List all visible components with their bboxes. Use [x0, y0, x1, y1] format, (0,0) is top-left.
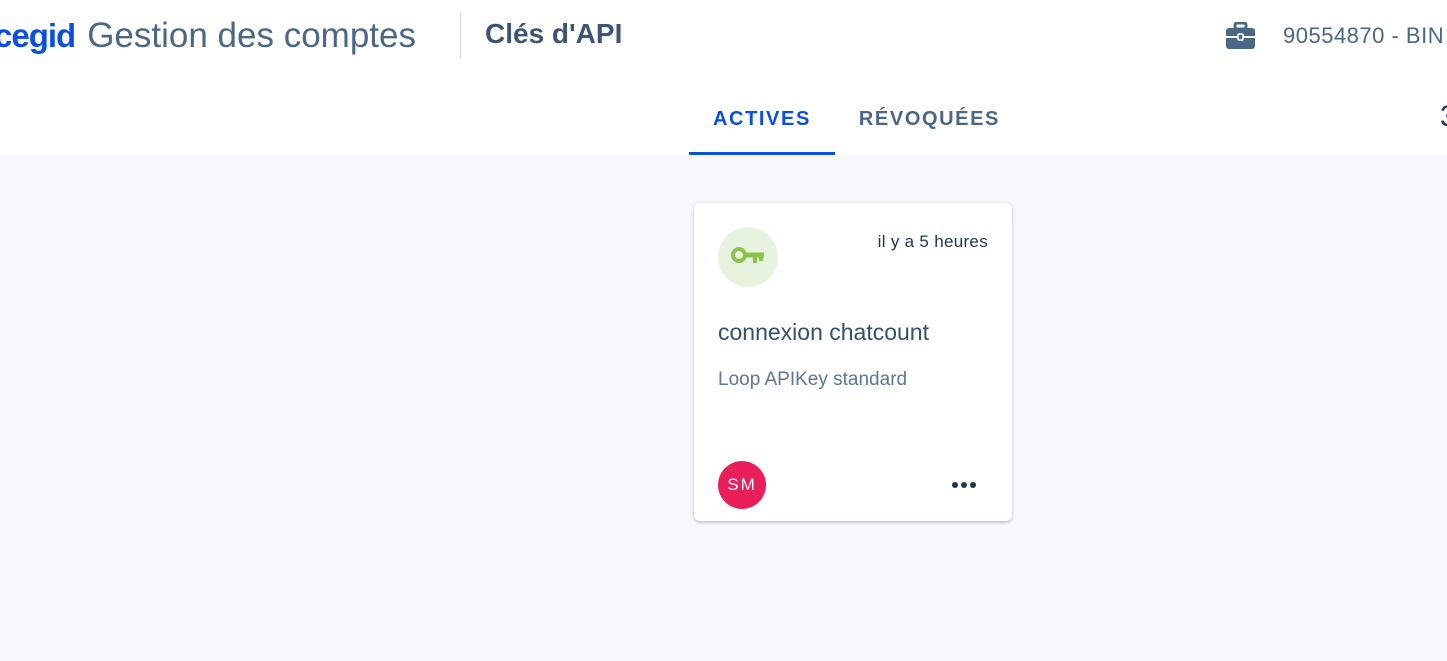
brand[interactable]: cegid Gestion des comptes — [0, 15, 416, 57]
tab-actives[interactable]: ACTIVES — [689, 95, 835, 155]
brand-logo[interactable]: cegid — [0, 17, 76, 55]
api-key-card[interactable]: il y a 5 heures connexion chatcount Loop… — [694, 203, 1012, 521]
top-bar: cegid Gestion des comptes Clés d'API 905… — [0, 0, 1447, 155]
account-switcher[interactable]: 90554870 - BIN — [1225, 16, 1444, 56]
clipped-counter: 3 — [1440, 100, 1447, 134]
account-label: 90554870 - BIN — [1283, 23, 1445, 48]
tab-label: ACTIVES — [713, 108, 811, 130]
tab-revoquees[interactable]: RÉVOQUÉES — [835, 95, 1024, 155]
page-title: Clés d'API — [485, 18, 623, 49]
briefcase-icon — [1225, 21, 1256, 50]
key-type: Loop APIKey standard — [718, 369, 908, 390]
more-horizontal-icon — [950, 476, 978, 494]
key-icon — [731, 246, 765, 269]
key-name: connexion chatcount — [718, 319, 929, 345]
created-timestamp: il y a 5 heures — [877, 232, 988, 251]
avatar[interactable]: SM — [718, 461, 766, 509]
tab-label: RÉVOQUÉES — [858, 108, 1000, 130]
key-badge — [718, 227, 778, 287]
header-divider — [460, 12, 461, 59]
more-options-button[interactable] — [940, 465, 988, 505]
status-tabs: ACTIVES RÉVOQUÉES — [689, 95, 1024, 155]
app-title: Gestion des comptes — [87, 16, 416, 55]
